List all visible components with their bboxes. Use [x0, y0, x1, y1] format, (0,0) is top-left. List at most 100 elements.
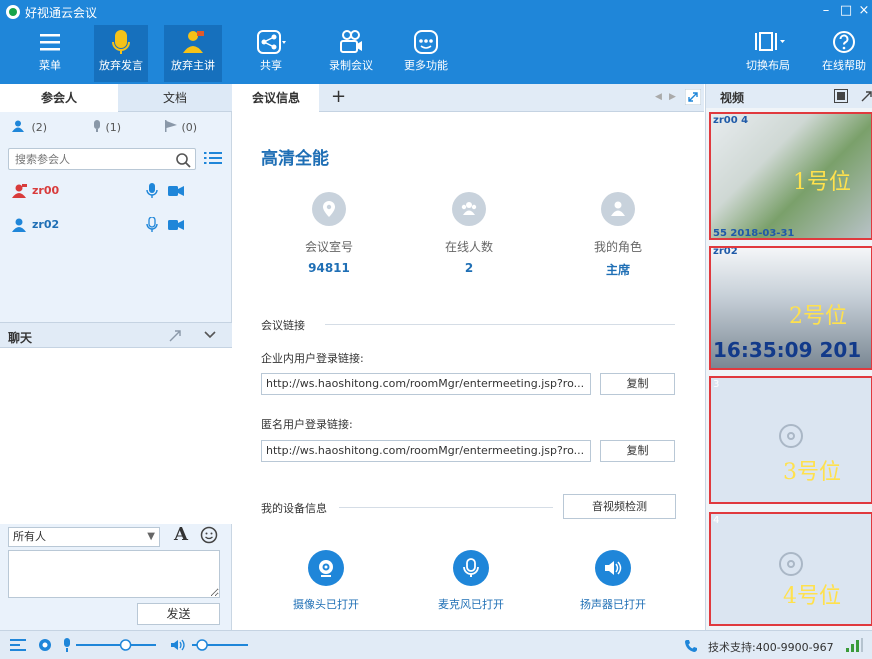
stat-value: 94811 [308, 261, 350, 275]
camera-icon[interactable] [168, 219, 184, 231]
microphone-icon[interactable] [62, 638, 72, 652]
close-button[interactable]: × [856, 3, 872, 19]
video-slot-user: zr02 [713, 246, 738, 257]
flag-icon [165, 120, 177, 132]
mic-active-icon[interactable] [146, 183, 158, 199]
center-tabs: 会议信息 + ◀ ▶ [233, 84, 704, 112]
copy-internal-link-button[interactable]: 复制 [600, 373, 675, 395]
online-help-button[interactable]: 在线帮助 [818, 25, 870, 82]
expand-icon[interactable] [685, 89, 701, 105]
video-header: 视频 [706, 84, 872, 108]
webcam-icon [308, 550, 344, 586]
anonymous-link-field[interactable]: http://ws.haoshitong.com/roomMgr/enterme… [261, 440, 591, 462]
tab-participants[interactable]: 参会人 [0, 84, 118, 112]
recipient-value: 所有人 [13, 530, 46, 543]
layout-list-icon[interactable] [10, 638, 26, 652]
record-meeting-button[interactable]: 录制会议 [326, 25, 376, 82]
people-count[interactable]: (2) [12, 120, 47, 134]
video-slot-4[interactable]: 4 4号位 [709, 512, 872, 626]
stat-label: 在线人数 [444, 240, 493, 254]
left-tabs: 参会人 文档 [0, 84, 232, 112]
stat-label: 我的角色 [593, 240, 642, 254]
participant-row[interactable]: zr00 [0, 178, 232, 204]
meeting-name: 高清全能 [261, 149, 329, 169]
my-role-stat: 我的角色 主席 [558, 192, 678, 278]
video-slot-number: 3 [713, 379, 720, 390]
camera-status: 摄像头已打开 [293, 598, 359, 611]
presenter-icon [183, 31, 204, 53]
give-up-speaking-label: 放弃发言 [99, 59, 143, 72]
microphone-device[interactable]: 麦克风已打开 [416, 550, 526, 612]
video-slot-1[interactable]: zr00 4 1号位 55 2018-03-31 [709, 112, 872, 240]
tab-next-icon[interactable]: ▶ [669, 92, 676, 102]
list-view-icon[interactable] [204, 151, 222, 165]
video-slot-position: 2号位 [789, 304, 847, 329]
search-box [8, 148, 196, 170]
expand-icon[interactable] [860, 89, 872, 103]
internal-link-label: 企业内用户登录链接: [261, 352, 364, 365]
video-slot-2[interactable]: zr02 2号位 16:35:09 201 [709, 246, 872, 370]
internal-link-field[interactable]: http://ws.haoshitong.com/roomMgr/enterme… [261, 373, 591, 395]
share-button[interactable]: 共享 [254, 25, 288, 82]
mic-inactive-icon[interactable] [146, 217, 158, 233]
room-number-stat: 会议室号 94811 [269, 192, 389, 275]
record-meeting-label: 录制会议 [329, 59, 373, 72]
layout-icon [755, 32, 785, 51]
give-up-speaking-button[interactable]: 放弃发言 [94, 25, 148, 82]
video-slot-position: 3号位 [783, 460, 841, 485]
switch-layout-button[interactable]: 切换布局 [740, 25, 796, 82]
user-icon [601, 192, 635, 226]
video-layout-icon[interactable] [834, 89, 848, 103]
participant-row[interactable]: zr02 [0, 212, 232, 238]
popout-icon[interactable] [168, 329, 182, 343]
menu-label: 菜单 [39, 59, 61, 72]
camera-toggle-icon[interactable] [38, 638, 52, 652]
camera-device[interactable]: 摄像头已打开 [271, 550, 381, 612]
mic-slider-track [76, 644, 156, 646]
chevron-down-icon[interactable] [204, 330, 216, 340]
camera-icon[interactable] [168, 185, 184, 197]
speaker-volume-slider[interactable] [190, 637, 250, 653]
title-bar: 好视通云会议 – □ × [0, 0, 872, 24]
video-slot-position: 4号位 [783, 584, 841, 609]
message-input[interactable] [8, 550, 220, 598]
minimize-button[interactable]: – [818, 3, 834, 19]
maximize-button[interactable]: □ [838, 3, 854, 19]
add-tab-button[interactable]: + [331, 86, 346, 107]
switch-layout-label: 切换布局 [746, 59, 790, 72]
av-check-button[interactable]: 音视频检测 [563, 494, 676, 519]
stat-value: 主席 [605, 263, 630, 277]
flag-count[interactable]: (0) [164, 120, 197, 134]
speaker-status: 扬声器已打开 [580, 598, 646, 611]
emoji-icon[interactable] [200, 526, 218, 544]
font-button[interactable]: A [174, 524, 188, 545]
speaker-icon[interactable] [170, 638, 186, 652]
video-slot-timestamp: 55 2018-03-31 [713, 228, 795, 239]
search-input[interactable] [9, 149, 167, 169]
tab-prev-icon[interactable]: ◀ [655, 92, 662, 102]
mic-count[interactable]: (1) [92, 120, 121, 134]
search-icon[interactable] [175, 152, 191, 168]
more-functions-button[interactable]: 更多功能 [400, 25, 452, 82]
give-up-host-button[interactable]: 放弃主讲 [164, 25, 222, 82]
location-icon [312, 192, 346, 226]
participant-name: zr00 [32, 184, 60, 197]
device-section-title: 我的设备信息 [261, 502, 327, 515]
chat-log [0, 348, 232, 524]
tab-meeting-info[interactable]: 会议信息 [233, 84, 319, 112]
user-avatar-icon [12, 218, 26, 232]
tab-documents[interactable]: 文档 [118, 84, 232, 112]
divider [325, 324, 675, 325]
send-button[interactable]: 发送 [137, 603, 220, 625]
copy-anonymous-link-button[interactable]: 复制 [600, 440, 675, 462]
divider [339, 507, 553, 508]
menu-button[interactable]: 菜单 [30, 25, 70, 82]
mic-volume-slider[interactable] [74, 637, 158, 653]
group-icon [452, 192, 486, 226]
status-bar: 技术支持:400-9900-967 [0, 630, 872, 659]
speaker-device[interactable]: 扬声器已打开 [558, 550, 668, 612]
video-slot-number: 4 [713, 515, 720, 526]
online-count-stat: 在线人数 2 [409, 192, 529, 275]
video-slot-3[interactable]: 3 3号位 [709, 376, 872, 504]
recipient-select[interactable]: 所有人 ▼ [8, 527, 160, 547]
